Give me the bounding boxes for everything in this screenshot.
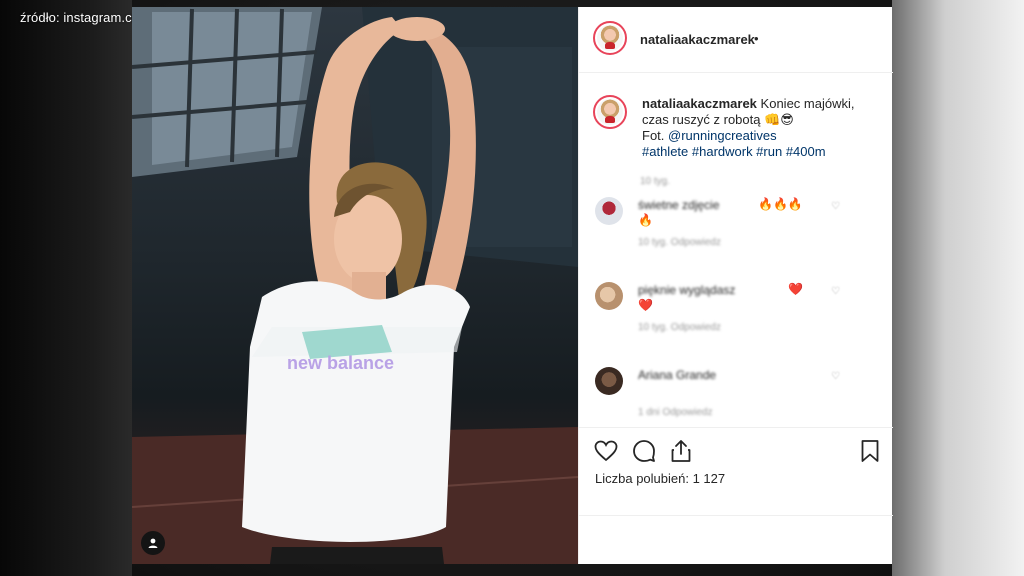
video-frame: źródło: instagram.com/nataliakaczmarek bbox=[0, 0, 1024, 576]
caption-fot-label: Fot. bbox=[642, 128, 665, 143]
header-username[interactable]: nataliaakaczmarek bbox=[640, 32, 755, 47]
athlete-photo-illustration: new balance bbox=[132, 7, 578, 564]
comment-text: Ariana Grande bbox=[638, 368, 717, 382]
post-actions: Liczba polubień: 1 127 bbox=[579, 427, 893, 517]
user-icon bbox=[148, 538, 158, 548]
comment-emoji: ❤️ bbox=[788, 282, 803, 296]
post-photo[interactable]: new balance bbox=[132, 7, 578, 564]
comment-meta[interactable]: 10 tyg. Odpowiedz bbox=[638, 322, 721, 333]
share-icon[interactable] bbox=[668, 438, 694, 464]
comment-avatar[interactable] bbox=[595, 367, 623, 395]
caption-line2: czas ruszyć z robotą bbox=[642, 112, 761, 127]
caption-timestamp: 10 tyg. bbox=[640, 176, 671, 187]
tagged-users-button[interactable] bbox=[141, 531, 165, 555]
caption-avatar[interactable] bbox=[593, 95, 627, 129]
caption-text: nataliaakaczmarek Koniec majówki, czas r… bbox=[642, 96, 872, 160]
comment-meta[interactable]: 1 dni Odpowiedz bbox=[638, 407, 713, 418]
caption-emoji: 👊😎 bbox=[764, 112, 794, 127]
shirt-brand-text: new balance bbox=[287, 353, 394, 373]
header-dot: • bbox=[754, 31, 759, 46]
comment-meta[interactable]: 10 tyg. Odpowiedz bbox=[638, 237, 721, 248]
caption-hashtags[interactable]: #athlete #hardwork #run #400m bbox=[642, 144, 826, 159]
caption-mention-link[interactable]: @runningcreatives bbox=[668, 128, 777, 143]
add-comment-area[interactable] bbox=[579, 515, 893, 564]
comment-item: świetne zdjęcie 🔥🔥🔥 🔥 10 tyg. Odpowiedz … bbox=[593, 197, 879, 257]
caption-line1: Koniec majówki, bbox=[760, 96, 855, 111]
caption-username[interactable]: nataliaakaczmarek bbox=[642, 96, 757, 111]
comment-like-icon[interactable]: ♡ bbox=[831, 286, 840, 297]
comment-avatar[interactable] bbox=[595, 197, 623, 225]
comment-icon[interactable] bbox=[631, 438, 657, 464]
comment-emoji-2: ❤️ bbox=[638, 298, 653, 312]
post-header: nataliaakaczmarek • bbox=[579, 7, 893, 73]
frame-left-vignette bbox=[0, 0, 132, 576]
bookmark-icon[interactable] bbox=[857, 438, 883, 464]
heart-icon[interactable] bbox=[593, 438, 619, 464]
post-panel: nataliaakaczmarek • nataliaakaczmarek Ko… bbox=[578, 7, 893, 564]
comment-item: Ariana Grande 1 dni Odpowiedz ♡ bbox=[593, 367, 879, 427]
comment-like-icon[interactable]: ♡ bbox=[831, 371, 840, 382]
comment-emoji-2: 🔥 bbox=[638, 213, 653, 227]
avatar[interactable] bbox=[593, 21, 627, 55]
comment-emoji: 🔥🔥🔥 bbox=[758, 197, 803, 211]
likes-count[interactable]: Liczba polubień: 1 127 bbox=[595, 471, 725, 486]
comment-like-icon[interactable]: ♡ bbox=[831, 201, 840, 212]
comment-avatar[interactable] bbox=[595, 282, 623, 310]
frame-right-vignette bbox=[892, 0, 1024, 576]
comment-item: pięknie wyglądasz ❤️ ❤️ 10 tyg. Odpowied… bbox=[593, 282, 879, 342]
